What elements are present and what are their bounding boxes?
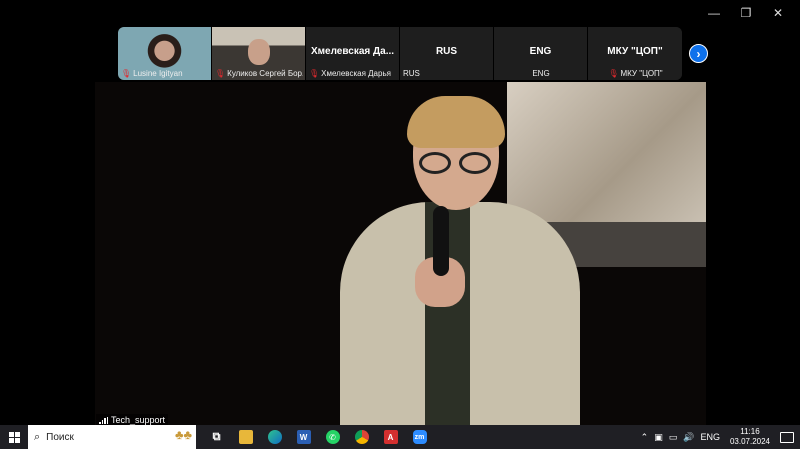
window-controls: — ❐ ✕: [698, 4, 794, 22]
folder-icon: [238, 430, 253, 444]
task-view-button[interactable]: ⧉: [202, 425, 231, 449]
language-indicator[interactable]: ENG: [700, 432, 720, 442]
zoom-icon: zm: [412, 430, 427, 444]
participant-name: Хмелевская Дарья: [321, 69, 391, 78]
taskbar-apps: ⧉ W ✆ A zm: [202, 425, 434, 449]
acrobat-button[interactable]: A: [376, 425, 405, 449]
taskbar-search[interactable]: ⌕ Поиск ♣♣: [28, 425, 196, 449]
clock[interactable]: 11:16 03.07.2024: [730, 427, 770, 447]
participant-name: Куликов Сергей Бор...: [227, 69, 303, 78]
chrome-button[interactable]: [347, 425, 376, 449]
participant-title: МКУ "ЦОП": [607, 46, 663, 57]
minimize-button[interactable]: —: [698, 4, 730, 22]
projector-screen: [507, 82, 706, 222]
search-placeholder: Поиск: [46, 431, 74, 443]
file-explorer-button[interactable]: [231, 425, 260, 449]
mic-off-icon: 🎙: [309, 69, 320, 78]
system-tray: ⌃ ▣ ▭ 🔊 ENG 11:16 03.07.2024: [641, 425, 800, 449]
participant-strip: 🎙 Lusine Igityan 🎙 Куликов Сергей Бор... Х…: [118, 27, 682, 80]
network-icon[interactable]: ▭: [669, 432, 678, 443]
chevron-right-icon: ›: [696, 46, 701, 61]
participant-name: Lusine Igityan: [133, 69, 183, 78]
acrobat-icon: A: [383, 430, 398, 444]
word-icon: W: [296, 430, 311, 444]
main-video[interactable]: [95, 82, 706, 425]
participant-name: ENG: [532, 69, 550, 78]
chevron-up-icon[interactable]: ⌃: [641, 432, 649, 443]
word-button[interactable]: W: [289, 425, 318, 449]
volume-icon[interactable]: 🔊: [683, 432, 694, 443]
whatsapp-icon: ✆: [325, 430, 340, 444]
microphone: [433, 206, 449, 276]
next-page-button[interactable]: ›: [689, 44, 708, 63]
participant-tile[interactable]: ENG ENG: [494, 27, 588, 80]
participant-tile[interactable]: 🎙 Куликов Сергей Бор...: [212, 27, 306, 80]
glasses: [419, 152, 497, 176]
speaker-hair: [407, 96, 505, 148]
participant-title: RUS: [435, 46, 458, 57]
chrome-icon: [354, 430, 369, 444]
edge-icon: [267, 430, 282, 444]
participant-tile[interactable]: МКУ "ЦОП" 🎙 МКУ "ЦОП": [588, 27, 682, 80]
restore-button[interactable]: ❐: [730, 4, 762, 22]
signal-icon: [99, 416, 108, 424]
participant-name: МКУ "ЦОП": [620, 69, 663, 78]
participant-name: RUS: [403, 69, 420, 78]
meet-now-icon[interactable]: ▣: [654, 432, 663, 443]
task-view-icon: ⧉: [212, 430, 221, 443]
edge-button[interactable]: [260, 425, 289, 449]
zoom-button[interactable]: zm: [405, 425, 434, 449]
search-icon: ⌕: [34, 430, 41, 443]
mic-off-icon: 🎙: [121, 69, 132, 78]
windows-icon: [8, 431, 20, 443]
notifications-icon[interactable]: [780, 431, 794, 443]
participant-tile[interactable]: RUS RUS: [400, 27, 494, 80]
mic-off-icon: 🎙: [608, 69, 619, 78]
start-button[interactable]: [0, 425, 28, 449]
search-highlight-icon: ♣♣: [174, 427, 192, 442]
participant-title: ENG: [529, 46, 552, 57]
taskbar: ⌕ Поиск ♣♣ ⧉ W ✆ A zm ⌃ ▣ ▭ 🔊 ENG 11:16 …: [0, 425, 800, 449]
participant-title: Хмелевская Да...: [310, 46, 395, 57]
participant-tile[interactable]: Хмелевская Да... 🎙 Хмелевская Дарья: [306, 27, 400, 80]
mic-off-icon: 🎙: [215, 69, 226, 78]
whatsapp-button[interactable]: ✆: [318, 425, 347, 449]
clock-time: 11:16: [740, 427, 760, 436]
participant-tile[interactable]: 🎙 Lusine Igityan: [118, 27, 212, 80]
close-button[interactable]: ✕: [762, 4, 794, 22]
clock-date: 03.07.2024: [729, 437, 770, 446]
